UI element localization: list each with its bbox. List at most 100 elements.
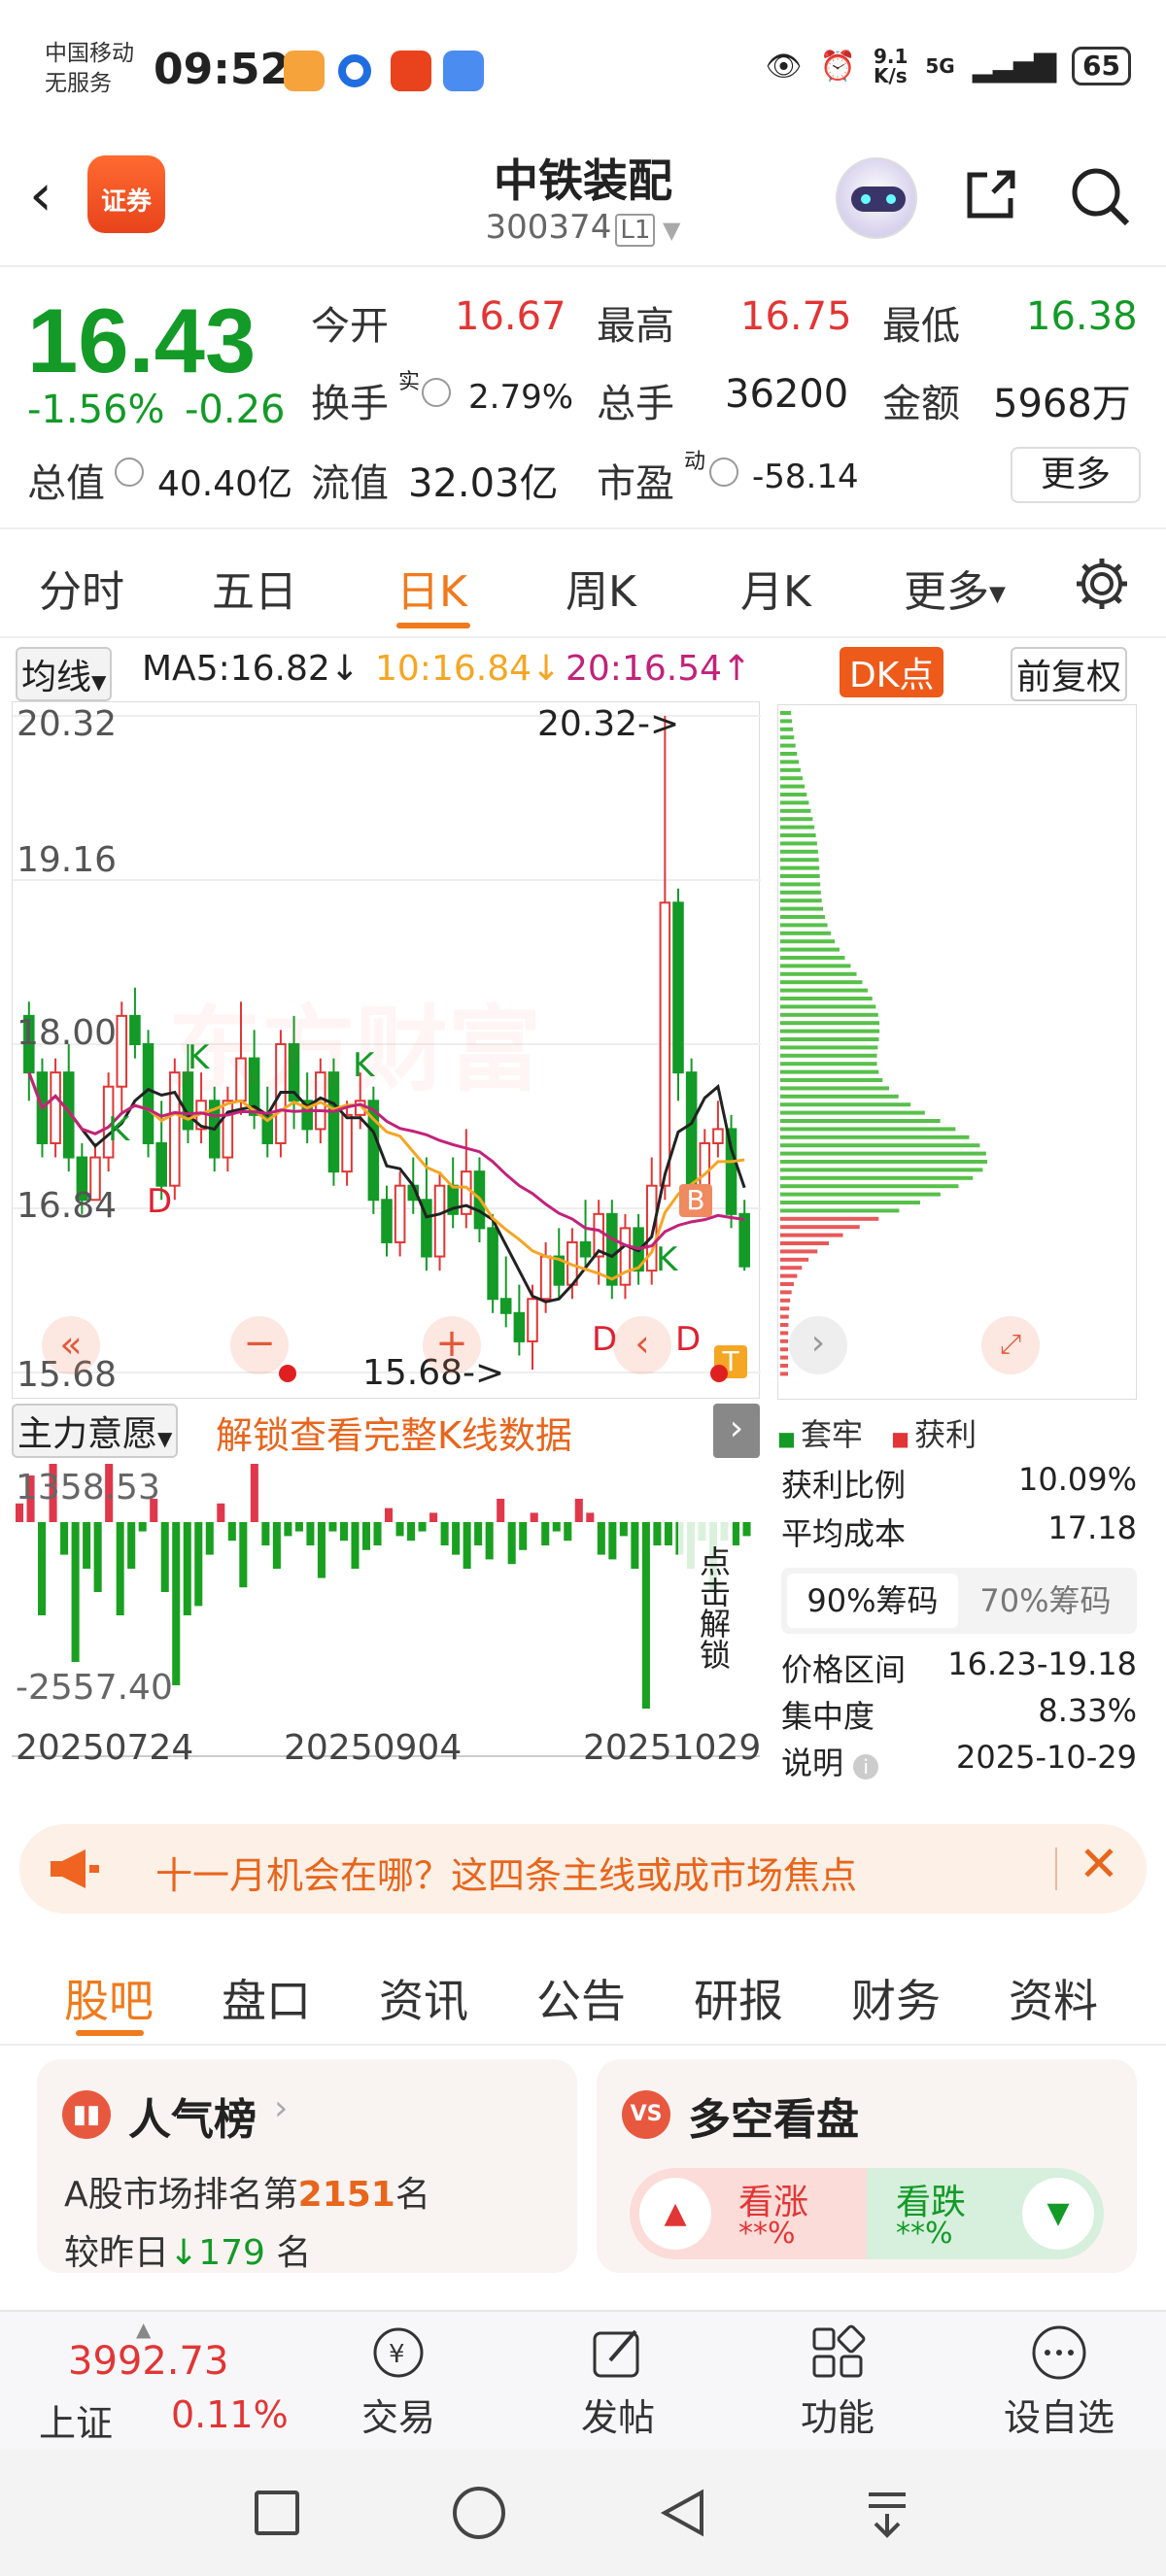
bearish-button[interactable]: 看跌 **% ▼	[867, 2168, 1104, 2259]
tab-more-label: 更多	[904, 567, 989, 617]
ma-selector[interactable]: 均线▼	[16, 647, 113, 701]
notification-app-icon	[338, 54, 371, 87]
more-dots-icon	[1032, 2325, 1086, 2380]
ma-legend-row: 均线▼ MA5:16.82↓ 10:16.84↓ 20:16.54↑ DK点 前…	[0, 641, 1166, 701]
index-value[interactable]: 3992.73	[68, 2339, 228, 2384]
chip-bar	[780, 997, 873, 1000]
popularity-title: 人气榜	[128, 2095, 257, 2145]
tab-finance[interactable]: 财务	[851, 1966, 941, 2030]
chip-bar	[780, 1249, 818, 1254]
nav-functions-label: 功能	[800, 2396, 874, 2439]
index-change: 0.11%	[171, 2393, 289, 2436]
index-name[interactable]: 上证	[39, 2393, 113, 2447]
trade-icon: ¥	[373, 2327, 424, 2378]
tab-daily-k[interactable]: 日K	[396, 557, 467, 619]
share-icon[interactable]	[962, 165, 1020, 223]
search-icon[interactable]	[1069, 165, 1131, 227]
status-time: 09:52	[154, 45, 291, 94]
indicator-bar	[507, 1522, 516, 1565]
indicator-bar	[93, 1522, 102, 1592]
chip-bar	[780, 890, 821, 895]
max-price-marker: 20.32->	[537, 704, 680, 744]
nav-trade[interactable]: ¥ 交易	[360, 2322, 437, 2441]
recents-square-icon[interactable]	[255, 2491, 299, 2535]
chip-legend: ■ 套牢 ■ 获利	[777, 1410, 977, 1455]
nav-add-watchlist[interactable]: 设自选	[1001, 2322, 1117, 2441]
expand-chevron-icon[interactable]: ›	[713, 1404, 760, 1458]
chip-row-value: 2025-10-29	[956, 1739, 1137, 1776]
chip-bar	[780, 1290, 792, 1295]
notification-pull-icon[interactable]	[861, 2487, 913, 2539]
chip-bar	[780, 1208, 900, 1213]
change-prefix: 较昨日	[64, 2233, 170, 2273]
chip-bar	[780, 1069, 879, 1074]
indicator-selector-label: 主力意愿	[17, 1414, 158, 1454]
tab-monthly-k[interactable]: 月K	[740, 557, 811, 619]
date-tick: 20251029	[583, 1728, 762, 1768]
dk-point-button[interactable]: DK点	[840, 647, 944, 697]
system-navigation	[0, 2450, 1166, 2576]
chip-bar	[780, 1257, 809, 1262]
tab-more[interactable]: 更多▼	[904, 557, 1006, 619]
zoom-in-icon[interactable]: +	[423, 1316, 481, 1374]
indicator-bar	[351, 1522, 360, 1569]
tab-news[interactable]: 资讯	[379, 1966, 468, 2030]
tab-profile[interactable]: 资料	[1009, 1966, 1098, 2030]
chip-distribution[interactable]: › ⤢	[777, 704, 1137, 1400]
scroll-left-icon[interactable]: «	[42, 1316, 100, 1374]
tab-90-chips[interactable]: 90%筹码	[787, 1574, 958, 1628]
candle-body	[487, 1227, 498, 1301]
more-button[interactable]: 更多	[1011, 447, 1141, 503]
chip-bar	[780, 1012, 878, 1017]
home-circle-icon[interactable]	[453, 2487, 505, 2539]
event-dot[interactable]	[710, 1365, 728, 1382]
tab-70-chips[interactable]: 70%筹码	[960, 1574, 1131, 1628]
y-tick: 16.84	[17, 1186, 118, 1226]
unlock-link[interactable]: 解锁查看完整K线数据	[216, 1406, 572, 1459]
content-tabs: 股吧 盘口 资讯 公告 研报 财务 资料	[0, 1939, 1166, 2046]
scroll-next-icon[interactable]: ›	[789, 1316, 847, 1374]
chip-bar	[780, 1151, 986, 1156]
tab-research[interactable]: 研报	[694, 1966, 783, 2030]
info-icon[interactable]	[422, 378, 451, 407]
tab-intraday[interactable]: 分时	[39, 557, 124, 619]
duokong-card[interactable]: VS 多空看盘 ▲ 看涨 **% 看跌 **% ▼	[597, 2059, 1137, 2273]
back-triangle-icon[interactable]	[657, 2487, 709, 2539]
event-dot[interactable]	[279, 1365, 296, 1382]
chip-row-value: 10.09%	[1017, 1461, 1137, 1498]
unlock-side-button[interactable]: 点击解锁	[678, 1510, 733, 1705]
news-banner[interactable]: 十一月机会在哪？这四条主线或成市场焦点 ✕	[19, 1824, 1147, 1914]
adjust-button[interactable]: 前复权	[1011, 647, 1128, 701]
candlestick-chart[interactable]: 20.32 19.16 18.00 16.84 15.68 20.32-> 15…	[12, 701, 761, 1399]
candle-body	[50, 1071, 61, 1144]
indicator-bar	[429, 1512, 438, 1522]
popularity-card[interactable]: ▮▮ 人气榜 › A股市场排名第2151名 较昨日↓179 名	[37, 2059, 577, 2273]
indicator-selector[interactable]: 主力意愿▼	[12, 1404, 179, 1458]
bullish-button[interactable]: ▲ 看涨 **%	[630, 2168, 867, 2259]
chip-row-label: 价格区间	[781, 1651, 907, 1688]
scroll-prev-icon[interactable]: ‹	[613, 1316, 671, 1374]
float-value: 32.03亿	[408, 461, 559, 506]
info-icon[interactable]: i	[853, 1754, 879, 1779]
indicator-bar	[250, 1464, 258, 1522]
tab-pankou[interactable]: 盘口	[222, 1966, 311, 2030]
info-icon[interactable]	[115, 458, 144, 487]
tab-announcements[interactable]: 公告	[536, 1966, 626, 2030]
settings-gear-icon[interactable]	[1073, 555, 1131, 613]
chip-bar	[780, 1225, 860, 1230]
chip-bar	[780, 752, 798, 756]
nav-functions[interactable]: 功能	[799, 2322, 876, 2441]
close-icon[interactable]: ✕	[1079, 1836, 1119, 1892]
chip-distribution-svg	[777, 704, 1137, 1400]
zoom-out-icon[interactable]: −	[230, 1316, 289, 1374]
tab-five-day[interactable]: 五日	[212, 557, 297, 619]
stock-header: ‹ 证券 中铁装配 300374 L1 ▼	[0, 146, 1166, 267]
tab-weekly-k[interactable]: 周K	[566, 557, 636, 619]
message-icon	[443, 51, 484, 91]
assistant-avatar-icon[interactable]	[836, 157, 917, 239]
indicator-bar	[361, 1522, 371, 1550]
nav-post[interactable]: 发帖	[579, 2322, 657, 2441]
info-icon[interactable]	[709, 458, 738, 487]
fullscreen-icon[interactable]: ⤢	[981, 1316, 1040, 1374]
tab-guba[interactable]: 股吧	[64, 1966, 154, 2030]
